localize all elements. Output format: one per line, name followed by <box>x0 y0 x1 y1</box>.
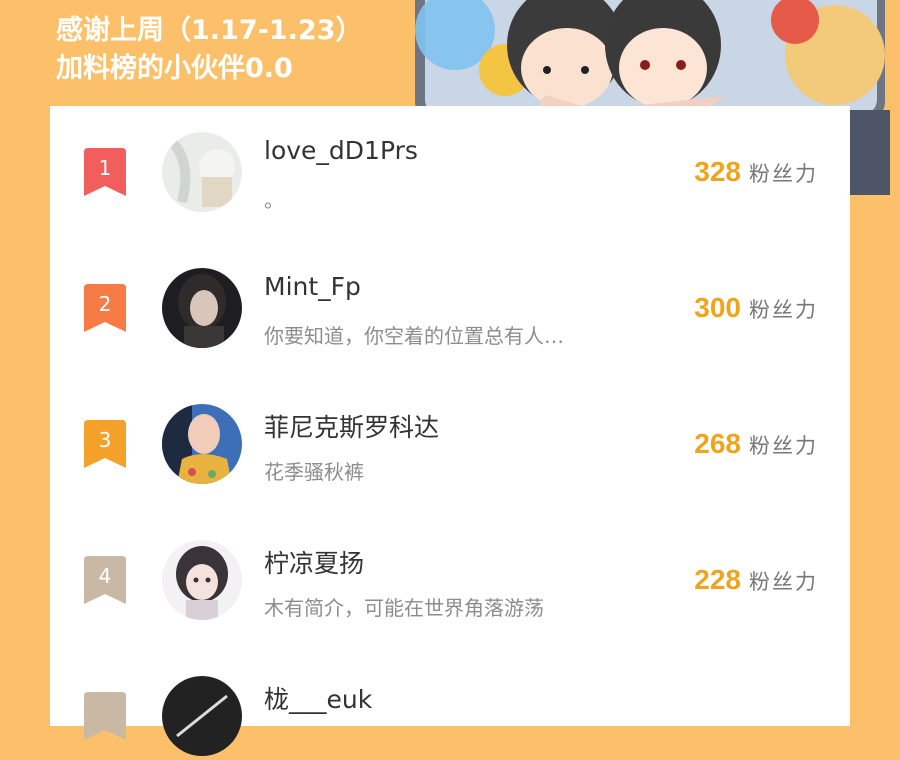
fan-power-score: 328 粉丝力 <box>694 156 818 188</box>
bio: 你要知道，你空着的位置总有人… <box>264 324 564 348</box>
rank-badge: 1 <box>84 148 126 196</box>
score-value: 328 <box>694 156 741 187</box>
username[interactable]: Mint_Fp <box>264 272 361 301</box>
rank-badge <box>84 692 126 740</box>
ranking-row[interactable]: 2 Mint_Fp 你要知道，你空着的位置总有人… 300 粉丝力 <box>50 242 850 352</box>
title-line-1: 感谢上周（1.17-1.23） <box>56 15 363 46</box>
score-unit: 粉丝力 <box>749 434 818 458</box>
username[interactable]: 栊___euk <box>264 680 372 716</box>
ranking-row[interactable]: 4 柠凉夏扬 木有简介，可能在世界角落游荡 228 粉丝力 <box>50 514 850 624</box>
score-value: 268 <box>694 428 741 459</box>
rank-number: 2 <box>98 292 112 316</box>
avatar[interactable] <box>162 676 242 756</box>
fan-power-score: 228 粉丝力 <box>694 564 818 596</box>
rank-badge: 2 <box>84 284 126 332</box>
score-unit: 粉丝力 <box>749 298 818 322</box>
rank-badge: 3 <box>84 420 126 468</box>
rank-number: 3 <box>98 428 112 452</box>
bio: 木有简介，可能在世界角落游荡 <box>264 596 544 620</box>
avatar[interactable] <box>162 540 242 620</box>
username[interactable]: 菲尼克斯罗科达 <box>264 408 439 444</box>
page-title: 感谢上周（1.17-1.23） 加料榜的小伙伴0.0 <box>56 12 416 88</box>
rank-number: 4 <box>98 564 112 588</box>
username[interactable]: 柠凉夏扬 <box>264 544 364 580</box>
score-value: 300 <box>694 292 741 323</box>
rank-badge: 4 <box>84 556 126 604</box>
ranking-card: 1 love_dD1Prs 。 328 粉丝力 2 Mint_Fp 你要知道，你… <box>50 106 850 756</box>
avatar[interactable] <box>162 132 242 212</box>
ranking-row[interactable]: 1 love_dD1Prs 。 328 粉丝力 <box>50 106 850 216</box>
bio: 。 <box>264 188 284 212</box>
username[interactable]: love_dD1Prs <box>264 136 418 165</box>
ranking-row[interactable]: 栊___euk <box>50 650 850 760</box>
fan-power-score: 268 粉丝力 <box>694 428 818 460</box>
title-line-2: 加料榜的小伙伴0.0 <box>56 53 293 84</box>
score-value: 228 <box>694 564 741 595</box>
fan-power-score: 300 粉丝力 <box>694 292 818 324</box>
rank-number: 1 <box>98 156 112 180</box>
ranking-row[interactable]: 3 菲尼克斯罗科达 花季骚秋裤 268 粉丝力 <box>50 378 850 488</box>
avatar[interactable] <box>162 268 242 348</box>
score-unit: 粉丝力 <box>749 162 818 186</box>
score-unit: 粉丝力 <box>749 570 818 594</box>
bio: 花季骚秋裤 <box>264 460 364 484</box>
avatar[interactable] <box>162 404 242 484</box>
